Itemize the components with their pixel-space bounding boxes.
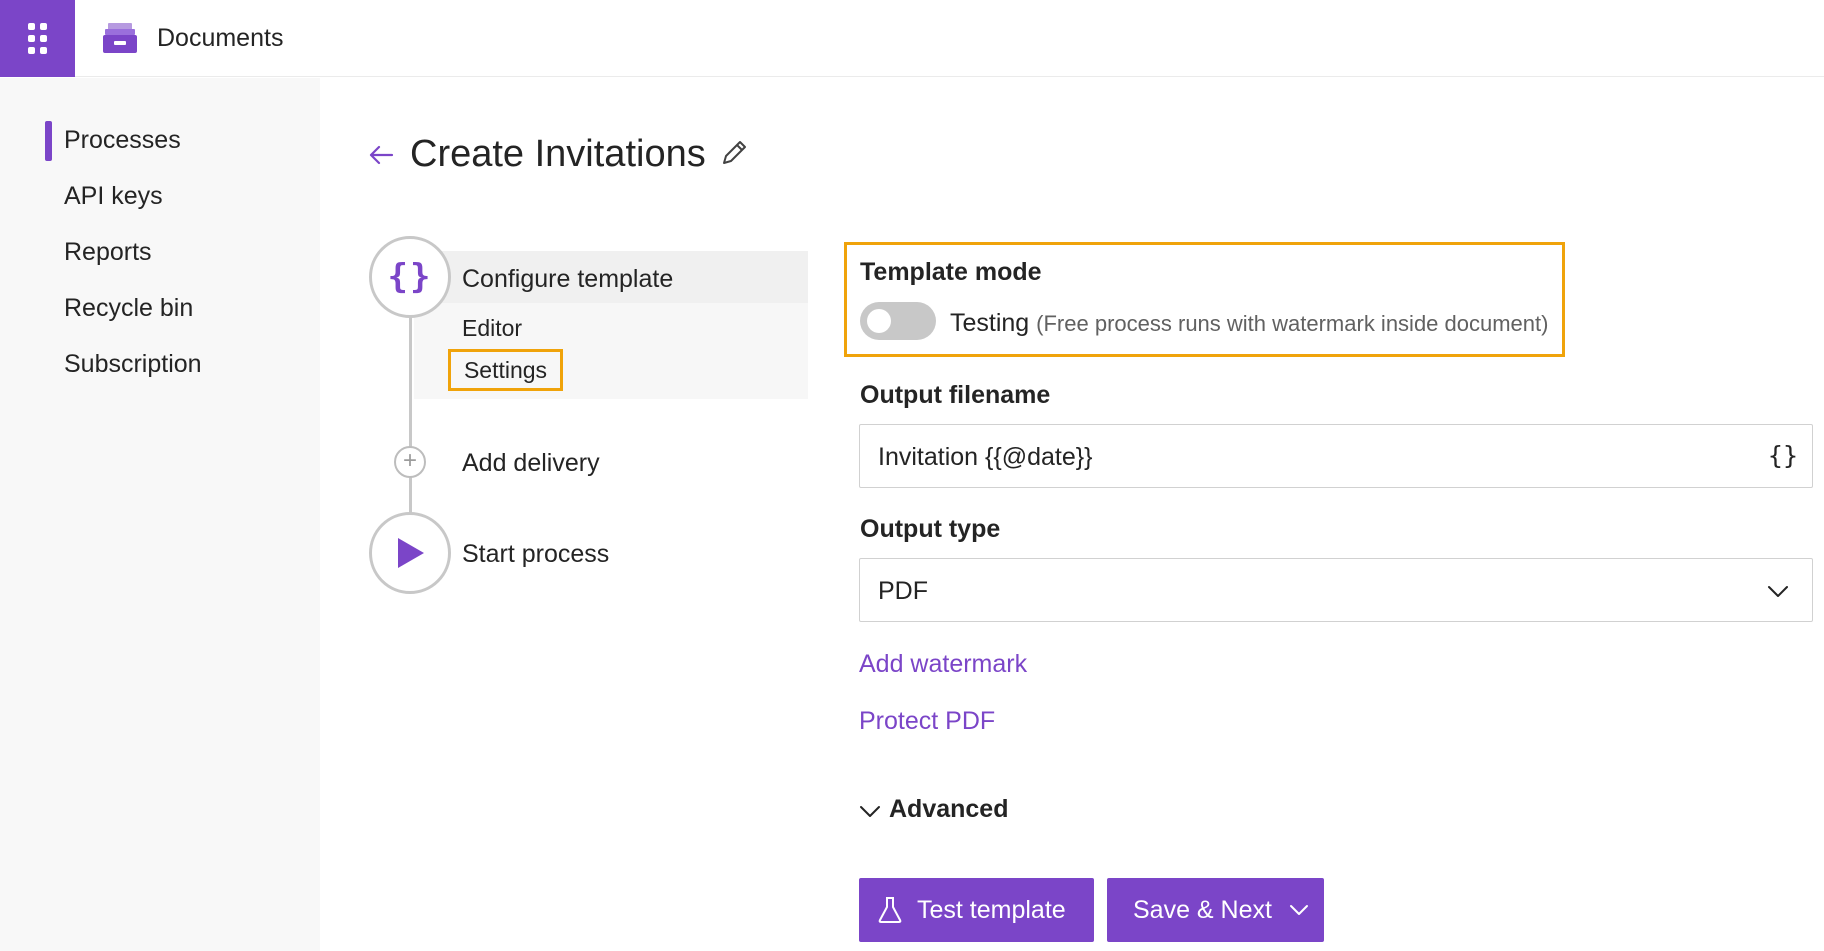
play-icon	[398, 538, 424, 568]
save-next-label: Save & Next	[1133, 895, 1272, 924]
test-template-button[interactable]: Test template	[859, 878, 1094, 942]
toggle-knob	[867, 309, 891, 333]
template-mode-note: (Free process runs with watermark inside…	[1036, 311, 1549, 336]
nav-item-recycle-bin[interactable]: Recycle bin	[64, 294, 193, 323]
nav-item-subscription[interactable]: Subscription	[64, 350, 202, 379]
nav-active-indicator	[45, 121, 52, 161]
output-type-select[interactable]: PDF	[859, 558, 1813, 622]
edit-pencil-icon[interactable]	[719, 138, 749, 168]
output-filename-input[interactable]: Invitation {{@date}} {}	[859, 424, 1813, 488]
step-configure-label[interactable]: Configure template	[462, 265, 673, 294]
page-title: Create Invitations	[410, 133, 706, 175]
advanced-section-toggle[interactable]: Advanced	[889, 795, 1008, 824]
waffle-icon	[28, 23, 47, 54]
step-sub-editor[interactable]: Editor	[462, 315, 522, 342]
protect-pdf-link[interactable]: Protect PDF	[859, 707, 995, 736]
step-sub-settings[interactable]: Settings	[448, 349, 563, 391]
documents-app-icon	[103, 23, 137, 53]
output-type-value: PDF	[878, 577, 928, 605]
nav-item-api-keys[interactable]: API keys	[64, 182, 163, 211]
template-mode-text: Testing (Free process runs with watermar…	[950, 309, 1548, 338]
template-mode-toggle[interactable]	[860, 302, 936, 340]
stepper-line	[409, 300, 412, 520]
add-delivery-plus-icon[interactable]: +	[394, 446, 426, 478]
step-configure-circle[interactable]: {}	[369, 236, 451, 318]
template-mode-label: Template mode	[860, 258, 1042, 286]
chevron-down-icon	[1768, 586, 1788, 597]
app-launcher-button[interactable]	[0, 0, 75, 77]
chevron-down-icon[interactable]	[1288, 900, 1310, 920]
nav-item-processes[interactable]: Processes	[64, 126, 181, 155]
braces-icon: {}	[387, 257, 433, 297]
app-title: Documents	[157, 24, 284, 52]
advanced-chevron-icon[interactable]	[859, 801, 881, 821]
step-start-circle[interactable]	[369, 512, 451, 594]
back-arrow-icon[interactable]	[366, 140, 396, 170]
template-mode-value: Testing	[950, 309, 1030, 337]
insert-variable-braces-icon[interactable]: {}	[1768, 441, 1798, 470]
flask-icon	[878, 897, 902, 923]
output-filename-label: Output filename	[860, 381, 1051, 409]
step-add-delivery-label[interactable]: Add delivery	[462, 449, 600, 478]
step-start-process-label[interactable]: Start process	[462, 540, 609, 569]
output-type-label: Output type	[860, 515, 1001, 543]
top-bar: Documents	[0, 0, 1824, 77]
test-template-label: Test template	[917, 895, 1066, 924]
save-next-button[interactable]: Save & Next	[1107, 878, 1324, 942]
nav-item-reports[interactable]: Reports	[64, 238, 152, 267]
add-watermark-link[interactable]: Add watermark	[859, 650, 1027, 679]
left-navigation: Processes API keys Reports Recycle bin S…	[0, 78, 320, 951]
output-filename-value: Invitation {{@date}}	[878, 443, 1093, 471]
